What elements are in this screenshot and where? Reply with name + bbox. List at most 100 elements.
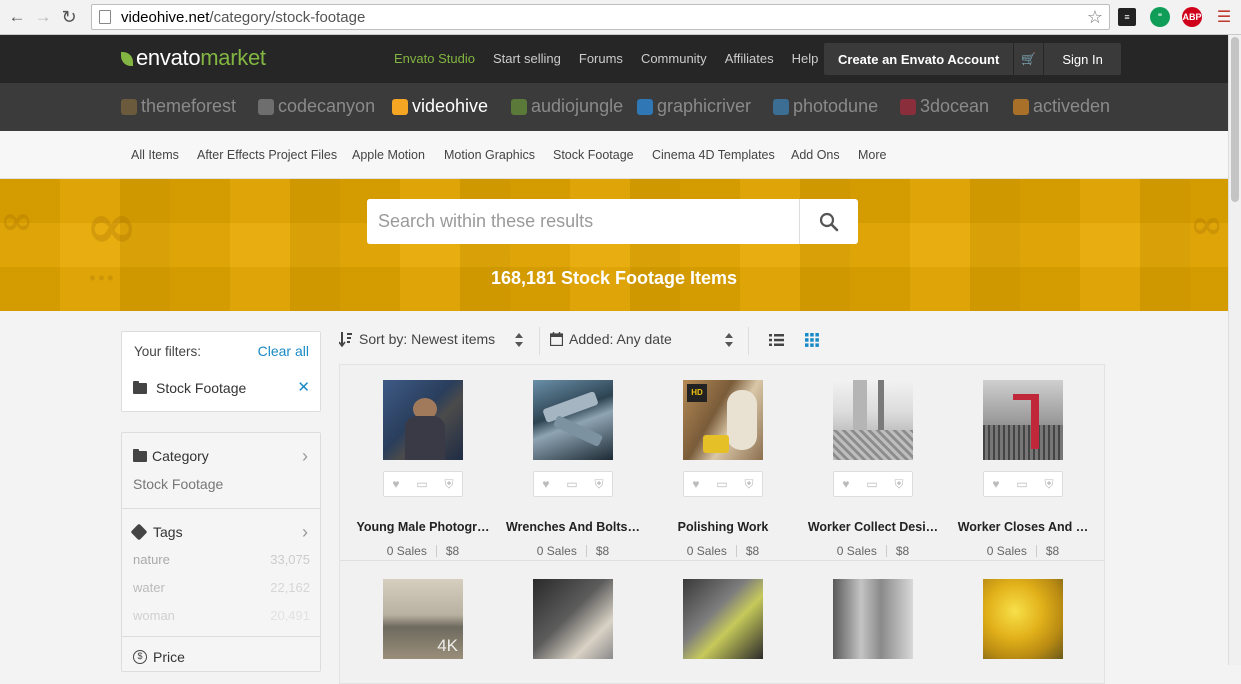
item-meta: 0 Sales $8 [836,544,910,558]
item-thumbnail[interactable] [683,579,763,659]
scrollbar-thumb[interactable] [1231,37,1239,202]
cart-icon[interactable]: 🛒 [1013,43,1043,75]
divider [748,327,749,355]
cat-motion-graphics[interactable]: Motion Graphics [444,148,535,162]
menu-icon[interactable]: ☰ [1214,7,1234,27]
item-title[interactable]: Worker Closes And … [948,520,1098,534]
folder-icon[interactable]: ▭ [716,477,727,491]
market-graphicriver[interactable]: graphicriver [637,96,751,117]
heart-icon[interactable]: ♥ [692,477,699,491]
search-input[interactable] [367,199,799,244]
facet-category-value[interactable]: Stock Footage [133,476,223,492]
marketplace-bar: themeforest codecanyon videohive audioju… [0,83,1228,131]
market-codecanyon[interactable]: codecanyon [258,96,375,117]
item-title[interactable]: Worker Collect Desi… [798,520,948,534]
date-dropdown[interactable]: Added: Any date [550,331,672,347]
item-title[interactable]: Polishing Work [648,520,798,534]
list-view-icon[interactable] [769,333,784,347]
remove-filter-icon[interactable]: ✕ [297,378,310,396]
cat-stock-footage[interactable]: Stock Footage [553,148,634,162]
link-start-selling[interactable]: Start selling [493,51,561,66]
item-thumbnail[interactable] [383,380,463,460]
facet-category-header[interactable]: Category [133,448,209,464]
item-actions: ♥ ▭ ⛨ [383,471,463,497]
market-audiojungle[interactable]: audiojungle [511,96,623,117]
page-scrollbar[interactable] [1228,35,1241,665]
tag-item[interactable]: nature 33,075 [133,552,310,567]
divider [539,327,540,355]
item-thumbnail[interactable]: 4K [383,579,463,659]
link-help[interactable]: Help [792,51,819,66]
address-bar[interactable]: videohive.net/category/stock-footage ☆ [91,4,1110,30]
facet-tags-header[interactable]: Tags [130,523,183,541]
active-filter: Stock Footage [133,380,246,396]
item-thumbnail[interactable]: HD [683,380,763,460]
cat-more[interactable]: More [858,148,886,162]
item-thumbnail[interactable] [983,380,1063,460]
cart-icon[interactable]: ⛨ [595,477,604,492]
link-envato-studio[interactable]: Envato Studio [394,51,475,66]
themeforest-icon [121,98,137,115]
tag-item[interactable]: water 22,162 [133,580,310,595]
search-box [367,199,858,244]
item-thumbnail[interactable] [833,380,913,460]
market-themeforest[interactable]: themeforest [121,96,236,117]
cat-all-items[interactable]: All Items [131,148,179,162]
cart-icon[interactable]: ⛨ [895,477,904,492]
cat-apple-motion[interactable]: Apple Motion [352,148,425,162]
cart-icon[interactable]: ⛨ [445,477,454,492]
heart-icon[interactable]: ♥ [842,477,849,491]
create-account-button[interactable]: Create an Envato Account [824,52,1013,67]
cat-after-effects[interactable]: After Effects Project Files [197,148,337,162]
chevron-right-icon[interactable]: › [302,446,308,467]
audiojungle-icon [511,98,527,115]
link-affiliates[interactable]: Affiliates [725,51,774,66]
link-community[interactable]: Community [641,51,707,66]
stack-icon[interactable]: ≡ [1118,8,1136,26]
page-icon [99,10,111,24]
heart-icon[interactable]: ♥ [392,477,399,491]
folder-icon[interactable]: ▭ [416,477,427,491]
hangouts-icon[interactable]: " [1150,7,1170,27]
reload-icon[interactable]: ↻ [58,6,80,28]
item-thumbnail[interactable] [533,380,613,460]
clear-all-link[interactable]: Clear all [258,343,309,359]
link-forums[interactable]: Forums [579,51,623,66]
folder-icon[interactable]: ▭ [1016,477,1027,491]
chevron-right-icon[interactable]: › [302,522,308,543]
market-3docean[interactable]: 3docean [900,96,989,117]
item-title[interactable]: Young Male Photogr… [348,520,498,534]
market-videohive[interactable]: videohive [392,96,488,117]
facet-price-header[interactable]: $ Price [133,649,185,665]
item-thumbnail[interactable] [533,579,613,659]
sign-in-button[interactable]: Sign In [1043,43,1120,75]
tag-item[interactable]: woman 20,491 [133,608,310,623]
adblock-icon[interactable]: ABP [1182,7,1202,27]
tag-icon [130,523,148,541]
market-photodune[interactable]: photodune [773,96,878,117]
item-meta: 0 Sales $8 [686,544,760,558]
search-button[interactable] [799,199,858,244]
item-thumbnail[interactable] [983,579,1063,659]
browser-toolbar: ← → ↻ videohive.net/category/stock-foota… [0,0,1241,35]
item-thumbnail[interactable] [833,579,913,659]
envato-market-logo[interactable]: envatomarket [121,45,266,71]
heart-icon[interactable]: ♥ [992,477,999,491]
items-grid: ♥ ▭ ⛨ Young Male Photogr… 0 Sales $8 ♥ ▭ ⛨ Wr… [339,364,1105,684]
cat-add-ons[interactable]: Add Ons [791,148,840,162]
folder-icon[interactable]: ▭ [866,477,877,491]
heart-icon[interactable]: ♥ [542,477,549,491]
bookmark-star-icon[interactable]: ☆ [1087,7,1103,28]
sort-dropdown[interactable]: Sort by: Newest items [339,331,495,347]
forward-icon[interactable]: → [32,6,54,28]
market-activeden[interactable]: activeden [1013,96,1110,117]
cat-cinema-4d[interactable]: Cinema 4D Templates [652,148,775,162]
cart-icon[interactable]: ⛨ [1045,477,1054,492]
back-icon[interactable]: ← [6,6,28,28]
folder-icon [133,448,147,462]
photodune-icon [773,98,789,115]
item-title[interactable]: Wrenches And Bolts… [498,520,648,534]
cart-icon[interactable]: ⛨ [745,477,754,492]
folder-icon[interactable]: ▭ [566,477,577,491]
grid-view-icon[interactable] [805,333,819,347]
